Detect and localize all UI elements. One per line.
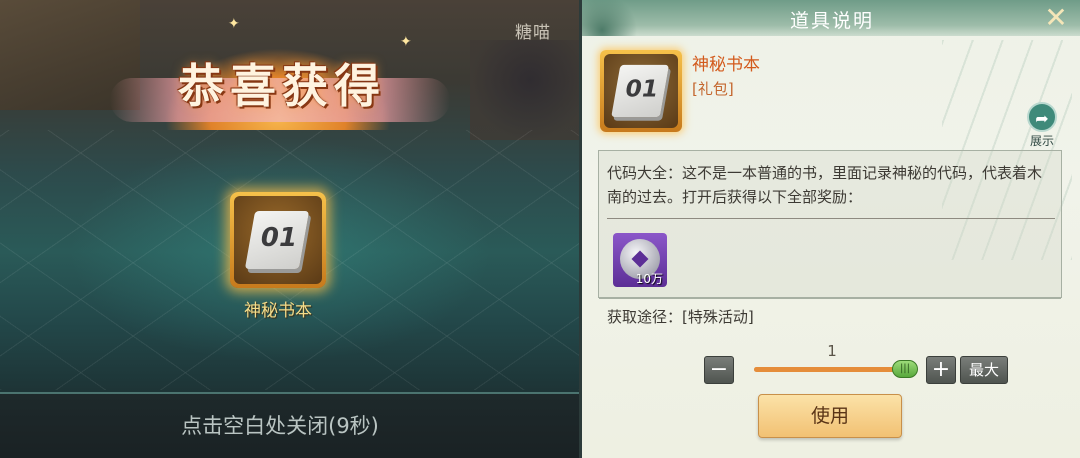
- congrats-banner: 恭喜获得 ✦ ✦: [110, 16, 450, 130]
- sparkle-icon: ✦: [228, 16, 240, 32]
- reward-quantity: 10万: [635, 272, 663, 286]
- quantity-value: 1: [827, 342, 837, 360]
- book-number: 01: [260, 223, 298, 253]
- sparkle-icon: ✦: [400, 34, 412, 50]
- use-button[interactable]: 使用: [758, 394, 902, 438]
- book-icon: 01: [604, 54, 678, 128]
- divider: [607, 218, 1055, 219]
- reward-item-name: 神秘书本: [244, 301, 312, 321]
- decrease-button[interactable]: −: [704, 356, 734, 384]
- popup-title: 恭喜获得: [178, 59, 386, 113]
- panel-header: 道具说明 ✕: [582, 0, 1080, 36]
- share-label: 展示: [1029, 134, 1054, 148]
- divider: [599, 298, 1061, 299]
- close-icon[interactable]: ✕: [1042, 4, 1070, 32]
- close-hint[interactable]: 点击空白处关闭(9秒): [0, 410, 560, 440]
- share-button[interactable]: ➦ 展示: [1022, 102, 1062, 148]
- reward-popup[interactable]: 糖喵 恭喜获得 ✦ ✦ 01 神秘书本 点击空白处关闭(9秒): [0, 0, 580, 458]
- description-box: 代码大全：这不是一本普通的书，里面记录神秘的代码，代表着木南的过去。打开后获得以…: [598, 150, 1062, 326]
- panel-title: 道具说明: [789, 10, 874, 32]
- book-number: 01: [625, 75, 659, 103]
- item-name: 神秘书本: [692, 55, 760, 75]
- item-detail-panel: 道具说明 ✕ 01 神秘书本 [礼包] ➦ 展示 代码大全：这不是一本普通的书，…: [582, 0, 1080, 458]
- max-button[interactable]: 最大: [960, 356, 1008, 384]
- share-icon: ➦: [1027, 102, 1057, 132]
- item-icon-slot: 01: [600, 50, 682, 132]
- item-description: 代码大全：这不是一本普通的书，里面记录神秘的代码，代表着木南的过去。打开后获得以…: [607, 164, 1043, 206]
- slider-handle[interactable]: |||: [892, 360, 918, 378]
- increase-button[interactable]: +: [926, 356, 956, 384]
- scene-npc-figure: [470, 40, 580, 140]
- divider: [0, 392, 580, 394]
- book-icon: 01: [234, 196, 322, 284]
- reward-slot[interactable]: 10万: [613, 233, 667, 287]
- slider-fill: [754, 367, 904, 372]
- npc-name-label: 糖喵: [515, 23, 551, 43]
- reward-item-slot[interactable]: 01: [230, 192, 326, 288]
- quantity-slider[interactable]: [754, 367, 904, 372]
- item-source: 获取途径：[特殊活动]: [607, 308, 754, 326]
- cloud-decoration: [582, 0, 652, 36]
- item-type: [礼包]: [692, 80, 734, 98]
